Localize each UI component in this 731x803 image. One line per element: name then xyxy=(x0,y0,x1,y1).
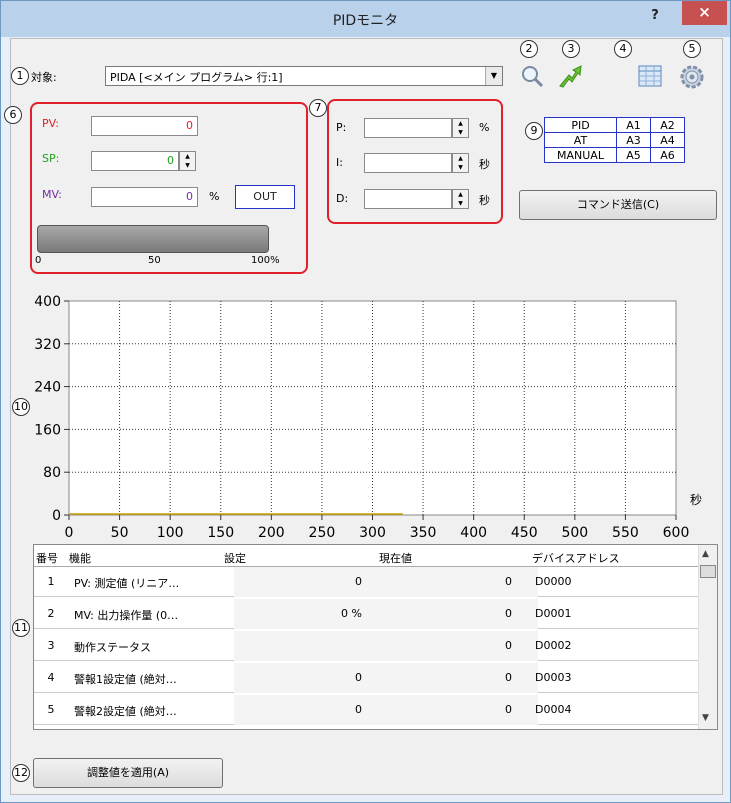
column-header[interactable]: 設定 xyxy=(224,550,246,566)
table-scrollbar[interactable]: ▲ ▼ xyxy=(698,545,717,729)
table-row[interactable]: 1 PV: 測定値 (リニア… 0 0 D0000 xyxy=(34,567,698,597)
y-tick-label: 320 xyxy=(34,337,61,353)
window-title: PIDモニタ xyxy=(332,13,399,29)
client-area: 1 対象: PIDA [<メイン プログラム> 行:1] ▼ 2 3 4 5 6… xyxy=(4,38,723,795)
help-button[interactable]: ? xyxy=(641,4,669,28)
scroll-thumb[interactable] xyxy=(700,565,716,578)
x-tick-label: 0 xyxy=(65,525,74,541)
row-function: 警報2設定値 (絶対… xyxy=(74,705,177,718)
row-function: 動作ステータス xyxy=(74,641,151,654)
scroll-up-icon[interactable]: ▲ xyxy=(702,549,709,559)
row-setting: 0 xyxy=(355,575,362,588)
y-tick-label: 160 xyxy=(34,422,61,438)
x-tick-label: 550 xyxy=(612,525,639,541)
marker-11: 11 xyxy=(12,619,30,637)
x-tick-label: 150 xyxy=(207,525,234,541)
row-setting: 0 xyxy=(355,703,362,716)
column-header[interactable]: 番号 xyxy=(36,550,58,566)
y-tick-label: 240 xyxy=(34,380,61,396)
row-number: 2 xyxy=(47,607,55,620)
row-number: 4 xyxy=(47,671,55,684)
row-device-address: D0002 xyxy=(535,639,572,652)
y-tick-label: 80 xyxy=(43,465,61,481)
table-row[interactable]: 3 動作ステータス 0 D0002 xyxy=(34,631,698,661)
row-device-address: D0000 xyxy=(535,575,572,588)
row-device-address: D0001 xyxy=(535,607,572,620)
trend-chart: 0 80 160 240 320 400 0 50 100 150 200 250 300 350 400… xyxy=(34,294,702,541)
row-number: 1 xyxy=(47,575,55,588)
row-current-value: 0 xyxy=(505,671,512,684)
row-current-value: 0 xyxy=(505,639,512,652)
x-tick-label: 100 xyxy=(157,525,184,541)
scroll-down-icon[interactable]: ▼ xyxy=(702,713,709,723)
table-row[interactable]: 5 警報2設定値 (絶対… 0 0 D0004 xyxy=(34,695,698,725)
y-tick-label: 0 xyxy=(52,508,61,524)
x-tick-label: 300 xyxy=(359,525,386,541)
row-current-value: 0 xyxy=(505,575,512,588)
x-tick-label: 500 xyxy=(561,525,588,541)
x-tick-label: 50 xyxy=(111,525,129,541)
x-axis-unit: 秒 xyxy=(690,493,702,507)
column-header[interactable]: 機能 xyxy=(69,550,91,566)
row-current-value: 0 xyxy=(505,703,512,716)
cell-shade xyxy=(234,631,386,661)
parameter-table: 番号 機能 設定 現在値 デバイスアドレス 1 PV: 測定値 (リニア… 0 0 D0… xyxy=(33,544,718,730)
apply-settings-button[interactable]: 調整値を適用(A) xyxy=(33,758,223,788)
table-row[interactable]: 2 MV: 出力操作量 (0… 0 % 0 D0001 xyxy=(34,599,698,629)
row-device-address: D0003 xyxy=(535,671,572,684)
x-tick-label: 200 xyxy=(258,525,285,541)
pid-monitor-window: PIDモニタ ? × 1 対象: PIDA [<メイン プログラム> 行:1] … xyxy=(0,0,731,803)
x-tick-label: 600 xyxy=(663,525,690,541)
column-header[interactable]: 現在値 xyxy=(379,550,412,566)
title-bar: PIDモニタ ? × xyxy=(1,1,730,37)
x-tick-label: 350 xyxy=(410,525,437,541)
x-tick-label: 250 xyxy=(309,525,336,541)
row-function: PV: 測定値 (リニア… xyxy=(74,577,180,590)
plot-area xyxy=(68,300,677,516)
x-tick-label: 400 xyxy=(460,525,487,541)
x-tick-label: 450 xyxy=(511,525,538,541)
row-current-value: 0 xyxy=(505,607,512,620)
marker-12: 12 xyxy=(12,764,30,782)
row-setting: 0 xyxy=(355,671,362,684)
row-function: 警報1設定値 (絶対… xyxy=(74,673,177,686)
table-row[interactable]: 4 警報1設定値 (絶対… 0 0 D0003 xyxy=(34,663,698,693)
close-button[interactable]: × xyxy=(682,1,727,25)
table-header: 番号 機能 設定 現在値 デバイスアドレス xyxy=(34,545,698,567)
column-header[interactable]: デバイスアドレス xyxy=(532,550,620,566)
row-setting: 0 % xyxy=(341,607,362,620)
row-function: MV: 出力操作量 (0… xyxy=(74,609,179,622)
row-device-address: D0004 xyxy=(535,703,572,716)
y-tick-label: 400 xyxy=(34,294,61,310)
row-number: 3 xyxy=(47,639,55,652)
row-number: 5 xyxy=(47,703,55,716)
